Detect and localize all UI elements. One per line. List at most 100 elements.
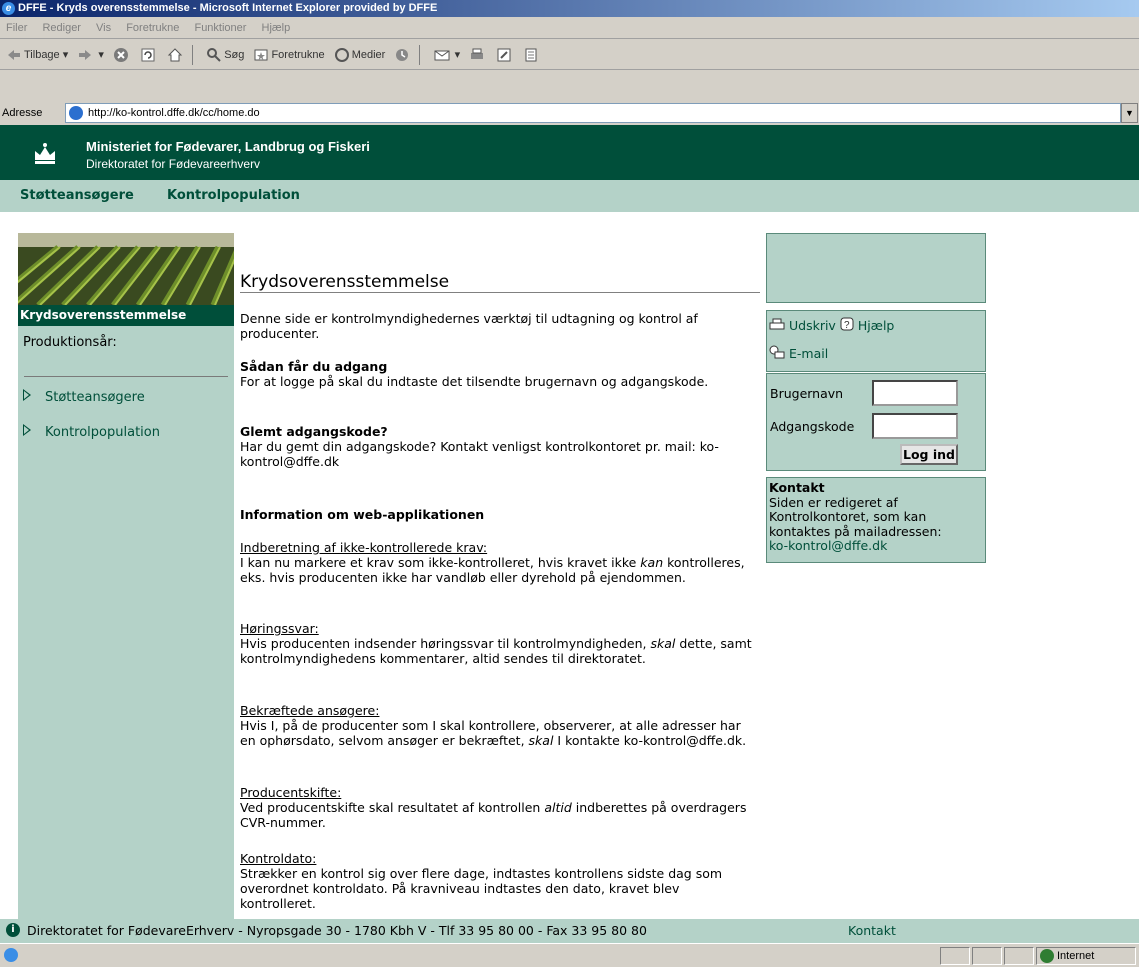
- info-heading: Information om web-applikationen: [240, 507, 485, 522]
- access-text: For at logge på skal du indtaste det til…: [240, 374, 709, 389]
- intro-text: Denne side er kontrolmyndighedernes værk…: [240, 311, 698, 341]
- sidebar-item-stoetteansoegere[interactable]: Støtteansøgere: [23, 389, 145, 405]
- printer-icon: [471, 48, 484, 60]
- stop-button[interactable]: [113, 40, 131, 70]
- discuss-button[interactable]: [523, 40, 541, 70]
- address-dropdown-button[interactable]: ▼: [1121, 103, 1138, 123]
- menu-tools[interactable]: Funktioner: [194, 22, 246, 34]
- info-section: Producentskifte: Ved producentskifte ska…: [240, 785, 756, 830]
- info-icon: i: [6, 923, 20, 937]
- favorites-icon: [254, 49, 268, 61]
- mail-icon: [434, 50, 450, 61]
- history-icon: [396, 49, 409, 62]
- toolbar-separator: [192, 45, 194, 66]
- section-text: Strækker en kontrol sig over flere dage,…: [240, 866, 723, 911]
- edit-icon: [497, 48, 511, 62]
- page-title: Krydsoverensstemmelse: [240, 274, 760, 293]
- section-text: I kan nu markere et krav som ikke-kontro…: [240, 555, 641, 570]
- contact-heading: Kontakt: [769, 480, 825, 495]
- page-content: Ministeriet for Fødevarer, Landbrug og F…: [0, 125, 1139, 943]
- username-label: Brugernavn: [770, 386, 844, 401]
- home-button[interactable]: [167, 40, 185, 70]
- crown-logo-icon: [35, 143, 55, 164]
- access-heading: Sådan får du adgang: [240, 359, 388, 374]
- topnav-kontrolpopulation[interactable]: Kontrolpopulation: [167, 180, 300, 212]
- username-input[interactable]: [872, 380, 958, 406]
- home-icon: [167, 48, 183, 62]
- back-button[interactable]: Tilbage ▾: [6, 40, 68, 70]
- contact-email-link[interactable]: ko-kontrol@dffe.dk: [769, 538, 983, 554]
- menu-help[interactable]: Hjælp: [262, 22, 291, 34]
- print-link[interactable]: Udskriv: [769, 318, 840, 333]
- status-cell: [972, 947, 1002, 965]
- favorites-button[interactable]: Foretrukne: [253, 40, 325, 70]
- main-content: Krydsoverensstemmelse Denne side er kont…: [240, 274, 760, 943]
- section-text: Hvis producenten indsender høringssvar t…: [240, 636, 651, 651]
- field-photo: [18, 233, 234, 305]
- info-section: Høringssvar: Hvis producenten indsender …: [240, 621, 756, 666]
- media-icon: [334, 48, 349, 63]
- forward-arrow-icon: [79, 50, 92, 61]
- sidebar-divider: [24, 376, 228, 377]
- crop-rows-image: [18, 233, 234, 305]
- search-button[interactable]: Søg: [206, 40, 244, 70]
- globe-icon: [1040, 949, 1054, 963]
- triangle-right-icon: [23, 389, 31, 401]
- status-bar: Internet: [0, 943, 1139, 967]
- footer-address: Direktoratet for FødevareErhverv - Nyrop…: [27, 923, 647, 938]
- info-section: Kontroldato: Strækker en kontrol sig ove…: [240, 851, 756, 911]
- back-arrow-icon: [8, 50, 20, 61]
- history-button[interactable]: [394, 40, 412, 70]
- search-icon: [207, 48, 221, 62]
- production-year-label: Produktionsår:: [23, 335, 117, 350]
- topnav-stoetteansoegere[interactable]: Støtteansøgere: [20, 180, 134, 212]
- media-button[interactable]: Medier: [334, 40, 385, 70]
- section-emphasis: skal: [528, 733, 554, 748]
- help-link[interactable]: ? Hjælp: [840, 317, 894, 333]
- email-icon: [769, 345, 785, 359]
- menu-view[interactable]: Vis: [96, 22, 111, 34]
- menu-file[interactable]: Filer: [6, 22, 27, 34]
- site-footer: i Direktoratet for FødevareErhverv - Nyr…: [0, 919, 1139, 943]
- status-cell: [1004, 947, 1034, 965]
- tools-box: Udskriv ? Hjælp E-mail: [766, 310, 986, 372]
- footer-contact-link[interactable]: Kontakt: [848, 919, 896, 943]
- address-input[interactable]: http://ko-kontrol.dffe.dk/cc/home.do: [65, 103, 1121, 123]
- password-input[interactable]: [872, 413, 958, 439]
- forgot-text: Har du gemt din adgangskode? Kontakt ven…: [240, 439, 719, 469]
- section-text: I kontakte ko-kontrol@dffe.dk.: [553, 733, 747, 748]
- ministry-name: Ministeriet for Fødevarer, Landbrug og F…: [86, 139, 370, 154]
- toolbar: Tilbage ▾ ▾ Søg Foretrukne Medier ▾: [0, 40, 1139, 70]
- email-link[interactable]: E-mail: [769, 345, 828, 361]
- info-section: Indberetning af ikke-kontrollerede krav:…: [240, 540, 756, 585]
- forward-button[interactable]: ▾: [77, 40, 104, 70]
- login-button[interactable]: Log ind: [900, 444, 958, 465]
- printer-icon: [769, 318, 785, 330]
- triangle-right-icon: [23, 424, 31, 436]
- address-label: Adresse: [2, 107, 43, 119]
- page-icon: [69, 106, 83, 120]
- forgot-heading: Glemt adgangskode?: [240, 424, 388, 439]
- help-icon: ?: [840, 317, 854, 331]
- section-title: Indberetning af ikke-kontrollerede krav:: [240, 540, 488, 555]
- menu-favorites[interactable]: Foretrukne: [126, 22, 179, 34]
- edit-button[interactable]: [496, 40, 514, 70]
- login-box: Brugernavn Adgangskode Log ind: [766, 373, 986, 471]
- svg-text:?: ?: [844, 320, 850, 331]
- contact-box: Kontakt Siden er redigeret af Kontrolkon…: [766, 477, 986, 563]
- section-title: Bekræftede ansøgere:: [240, 703, 380, 718]
- refresh-button[interactable]: [140, 40, 158, 70]
- section-title: Høringssvar:: [240, 621, 319, 636]
- menu-edit[interactable]: Rediger: [42, 22, 81, 34]
- status-cell: [940, 947, 970, 965]
- sidebar-item-kontrolpopulation[interactable]: Kontrolpopulation: [23, 424, 160, 440]
- password-label: Adgangskode: [770, 419, 855, 434]
- info-section: Bekræftede ansøgere: Hvis I, på de produ…: [240, 703, 756, 748]
- stop-icon: [113, 48, 128, 63]
- mail-button[interactable]: ▾: [434, 40, 460, 70]
- toolbar-separator: [419, 45, 421, 66]
- left-sidebar: Krydsoverensstemmelse Produktionsår: Stø…: [18, 305, 234, 943]
- print-button[interactable]: [469, 40, 487, 70]
- section-text: Ved producentskifte skal resultatet af k…: [240, 800, 545, 815]
- contact-text: Siden er redigeret af Kontrolkontoret, s…: [769, 494, 942, 539]
